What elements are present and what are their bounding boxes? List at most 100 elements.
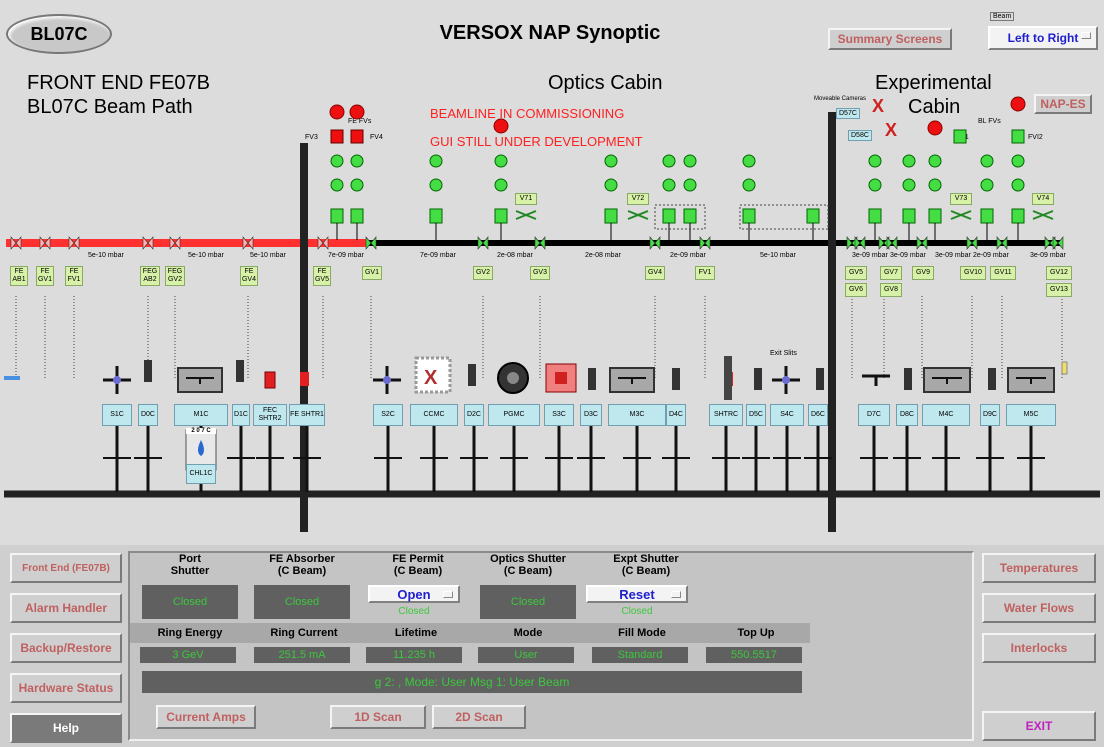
- nav-exit[interactable]: EXIT: [982, 711, 1096, 741]
- valve-label-gv3[interactable]: GV3: [530, 266, 550, 280]
- nav-backup-restore[interactable]: Backup/Restore: [10, 633, 122, 663]
- station-d4c[interactable]: D4C: [666, 404, 686, 426]
- action-2d-scan[interactable]: 2D Scan: [432, 705, 526, 729]
- gate-valve-icon: [699, 236, 711, 250]
- station-m4c[interactable]: M4C: [922, 404, 970, 426]
- gate-valve-icon: [365, 236, 377, 250]
- valve-label-fe-ab1[interactable]: FE AB1: [10, 266, 28, 286]
- pump-box-icon: [902, 208, 916, 224]
- ion-gauge-icon: [604, 178, 618, 192]
- valve-label-feg-ab2[interactable]: FEG AB2: [140, 266, 160, 286]
- valve-label-gv2[interactable]: GV2: [473, 266, 493, 280]
- gate-valve-icon: [1052, 236, 1064, 250]
- limit-marker-icon: [1061, 361, 1068, 375]
- ion-pump-icon: [902, 154, 916, 168]
- ion-gauge-icon: [494, 178, 508, 192]
- status-message: g 2: , Mode: User Msg 1: User Beam: [142, 671, 802, 693]
- gauge-red-icon: [927, 120, 943, 136]
- nav-front-end-fe07b[interactable]: Front End (FE07B): [10, 553, 122, 583]
- valve-label-fv1[interactable]: FV1: [695, 266, 715, 280]
- slits-center-icon: [782, 376, 790, 384]
- valve-label-gv11[interactable]: GV11: [990, 266, 1016, 280]
- station-d3c[interactable]: D3C: [580, 404, 602, 426]
- valve-label-gv1[interactable]: GV1: [362, 266, 382, 280]
- station-d5c[interactable]: D5C: [746, 404, 766, 426]
- valve-label-feg-gv2[interactable]: FEG GV2: [165, 266, 185, 286]
- station-s2c[interactable]: S2C: [373, 404, 403, 426]
- shutter-header: Expt Shutter (C Beam): [613, 553, 679, 577]
- valve-label-fe-gv4[interactable]: FE GV4: [240, 266, 258, 286]
- valve-label-gv7[interactable]: GV7: [880, 266, 902, 280]
- action-1d-scan[interactable]: 1D Scan: [330, 705, 426, 729]
- camera-x-icon: X: [885, 120, 897, 140]
- diagnostic-icon: [754, 368, 762, 390]
- station-fe-shtr1[interactable]: FE SHTR1: [289, 404, 325, 426]
- station-d7c[interactable]: D7C: [858, 404, 890, 426]
- station-d6c[interactable]: D6C: [808, 404, 828, 426]
- diagnostic-icon: [816, 368, 824, 390]
- nav-alarm-handler[interactable]: Alarm Handler: [10, 593, 122, 623]
- ion-pump-icon: [1011, 154, 1025, 168]
- station-ccmc[interactable]: CCMC: [410, 404, 458, 426]
- expt-shutter-reset-menu[interactable]: Reset: [586, 585, 688, 603]
- valve-label-gv6[interactable]: GV6: [845, 283, 867, 297]
- valve-label-gv5[interactable]: GV5: [845, 266, 867, 280]
- station-s1c[interactable]: S1C: [102, 404, 132, 426]
- valve-label-gv8[interactable]: GV8: [880, 283, 902, 297]
- pump-box-icon: [683, 208, 697, 224]
- fe-permit-status: Closed: [398, 605, 430, 617]
- nav-help[interactable]: Help: [10, 713, 122, 743]
- fe-permit-open-menu[interactable]: Open: [368, 585, 460, 603]
- pneumatic-valve-icon: [1032, 210, 1054, 220]
- station-d9c[interactable]: D9C: [980, 404, 1000, 426]
- nav-hardware-status[interactable]: Hardware Status: [10, 673, 122, 703]
- station-m3c[interactable]: M3C: [608, 404, 666, 426]
- ion-pump-icon: [350, 154, 364, 168]
- shutter-header: FE Permit (C Beam): [392, 553, 444, 577]
- valve-label-gv10[interactable]: GV10: [960, 266, 986, 280]
- station-d1c[interactable]: D1C: [232, 404, 250, 426]
- station-m5c[interactable]: M5C: [1006, 404, 1056, 426]
- pneumatic-valve-icon: [627, 210, 649, 220]
- station-s3c[interactable]: S3C: [544, 404, 574, 426]
- station-d8c[interactable]: D8C: [896, 404, 918, 426]
- pump-box-icon: [494, 208, 508, 224]
- valve-label-fe-gv1[interactable]: FE GV1: [36, 266, 54, 286]
- station-fec-shtr2[interactable]: FEC SHTR2: [253, 404, 287, 426]
- valve-label-v73[interactable]: V73: [950, 193, 972, 205]
- nav-temperatures[interactable]: Temperatures: [982, 553, 1096, 583]
- valve-label-fe-fv1[interactable]: FE FV1: [65, 266, 83, 286]
- station-chl1c[interactable]: CHL1C: [186, 464, 216, 484]
- valve-label-gv13[interactable]: GV13: [1046, 283, 1072, 297]
- gauge-red-icon: [493, 118, 509, 134]
- pneumatic-valve-icon: [950, 210, 972, 220]
- ion-pump-icon: [980, 154, 994, 168]
- slits-center-icon: [113, 376, 121, 384]
- pump-box-icon: [980, 208, 994, 224]
- valve-label-gv12[interactable]: GV12: [1046, 266, 1072, 280]
- valve-label-gv4[interactable]: GV4: [645, 266, 665, 280]
- valve-label-v71[interactable]: V71: [515, 193, 537, 205]
- station-s4c[interactable]: S4C: [770, 404, 804, 426]
- gate-valve-icon: [142, 236, 154, 250]
- pressure-readout: 2e-08 mbar: [585, 252, 621, 259]
- ion-gauge-icon: [429, 178, 443, 192]
- gate-valve-icon: [966, 236, 978, 250]
- station-m1c[interactable]: M1C: [174, 404, 228, 426]
- diagnostic-icon: [672, 368, 680, 390]
- pneumatic-valve-icon: [515, 210, 537, 220]
- station-shtrc[interactable]: SHTRC: [709, 404, 743, 426]
- action-current-amps[interactable]: Current Amps: [156, 705, 256, 729]
- nav-water-flows[interactable]: Water Flows: [982, 593, 1096, 623]
- station-d1c-a[interactable]: D0C: [138, 404, 158, 426]
- pump-box-icon: [429, 208, 443, 224]
- valve-label-gv9[interactable]: GV9: [912, 266, 934, 280]
- valve-label-v72[interactable]: V72: [627, 193, 649, 205]
- station-d2c[interactable]: D2C: [464, 404, 484, 426]
- valve-label-v74[interactable]: V74: [1032, 193, 1054, 205]
- pressure-readout: 5e-10 mbar: [250, 252, 286, 259]
- valve-label-fe-gv5[interactable]: FE GV5: [313, 266, 331, 286]
- pump-box-icon: [604, 208, 618, 224]
- nav-interlocks[interactable]: Interlocks: [982, 633, 1096, 663]
- station-pgmc[interactable]: PGMC: [488, 404, 540, 426]
